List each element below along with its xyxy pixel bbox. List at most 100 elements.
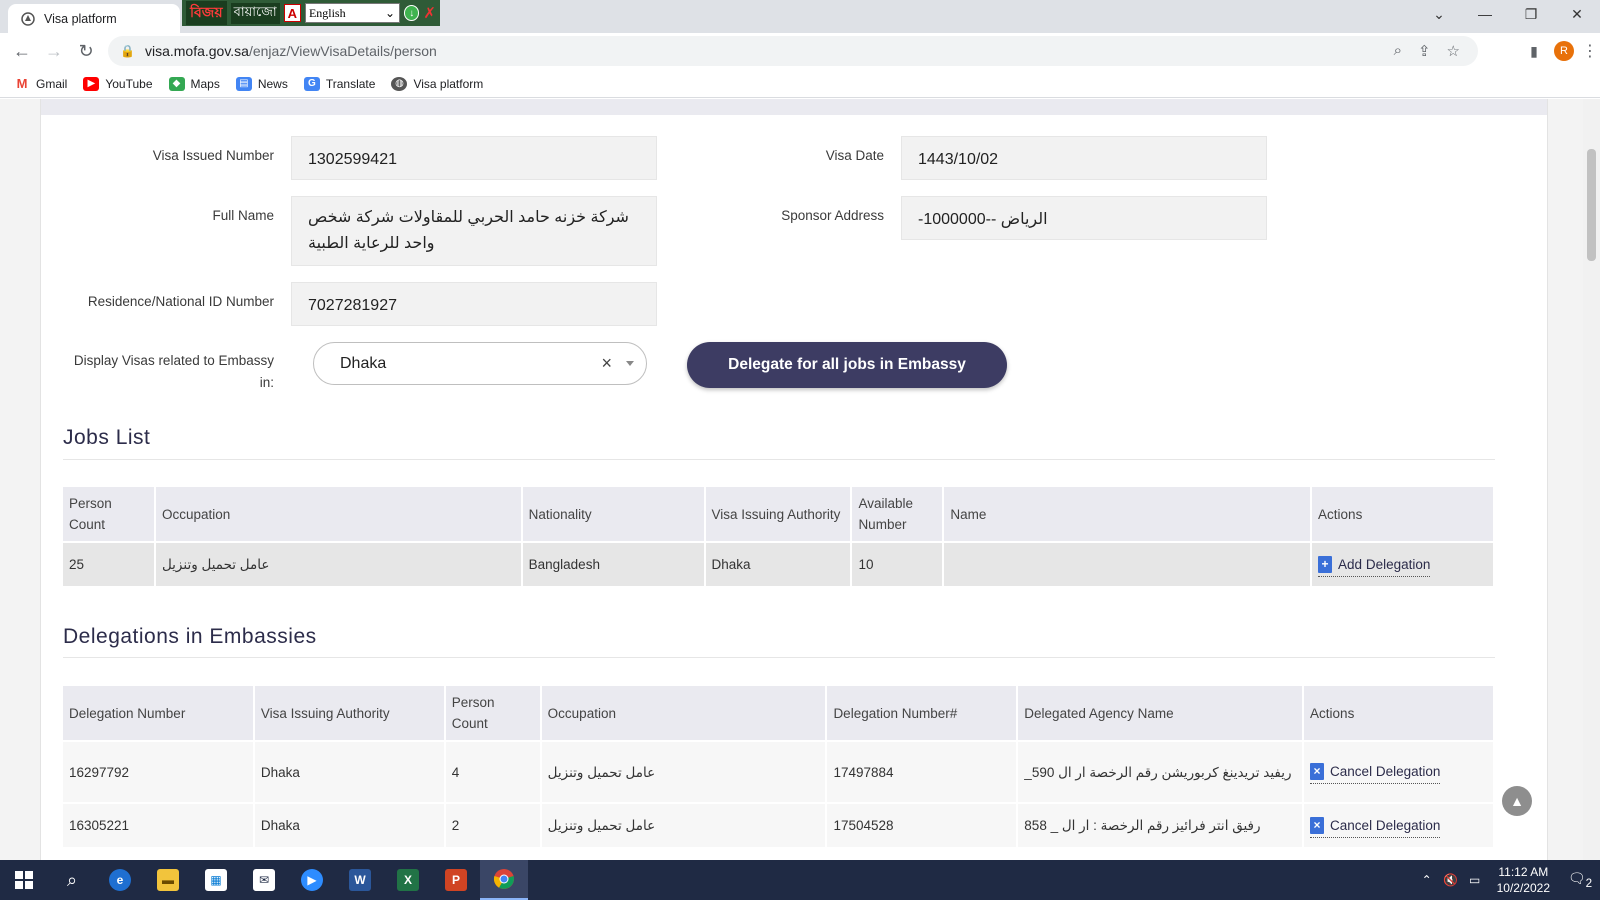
scroll-to-top-button[interactable]: ▲ [1502, 786, 1532, 816]
taskbar-zoom[interactable]: ▶ [288, 860, 336, 900]
column-header: Visa Issuing Authority [704, 487, 853, 542]
tab-title: Visa platform [44, 11, 117, 26]
volume-muted-icon[interactable]: 🔇 [1439, 873, 1463, 887]
taskbar-powerpoint[interactable]: P [432, 860, 480, 900]
jobs-table-header: Person Count Occupation Nationality Visa… [63, 487, 1495, 542]
network-icon[interactable]: ▭ [1463, 873, 1487, 887]
extension-logo[interactable]: বিজয় [186, 1, 227, 25]
language-select[interactable]: English ⌄ [304, 3, 401, 23]
actions-cell: × Cancel Delegation [1303, 740, 1495, 803]
download-icon[interactable]: ↓ [404, 5, 420, 21]
reload-icon[interactable]: ↻ [70, 36, 102, 68]
taskbar-mail[interactable]: ✉ [240, 860, 288, 900]
bookmark-visa-platform[interactable]: ◍ Visa platform [391, 76, 483, 91]
browser-tab-active[interactable]: Visa platform [8, 4, 180, 33]
chevron-down-icon: ⌄ [384, 5, 396, 20]
restore-icon[interactable]: ❐ [1508, 0, 1554, 28]
browser-toolbar: ← → ↻ 🔒 visa.mofa.gov.sa/enjaz/ViewVisaD… [0, 33, 1600, 70]
full-name-label: Full Name [212, 208, 274, 223]
delegate-all-jobs-button[interactable]: Delegate for all jobs in Embassy [687, 342, 1007, 388]
zoom-icon[interactable]: ⌕ [1394, 42, 1402, 60]
taskbar-search-button[interactable]: ⌕ [48, 860, 96, 900]
url-host: visa.mofa.gov.sa [144, 43, 249, 59]
cancel-delegation-label: Cancel Delegation [1330, 764, 1441, 779]
occupation-cell: عامل تحميل وتنزيل [540, 802, 828, 847]
bookmark-label: YouTube [105, 76, 153, 91]
taskbar-edge[interactable]: e [96, 860, 144, 900]
word-icon: W [349, 869, 371, 891]
gmail-icon: M [16, 76, 28, 91]
page-viewport: Visa Issued Number 1302599421 Visa Date … [0, 99, 1600, 860]
close-window-icon[interactable]: ✕ [1554, 0, 1600, 28]
column-header: Available Number [851, 487, 945, 542]
taskbar-store[interactable]: ▦ [192, 860, 240, 900]
person-count-cell: 2 [444, 802, 542, 847]
close-extension-icon[interactable]: ✗ [423, 4, 436, 22]
menu-kebab-icon[interactable]: ⋮ [1580, 41, 1600, 61]
agency-name-cell: ريفيد تريدينغ كربوريشن رقم الرخصة ار ال … [1017, 740, 1305, 803]
nationality-cell: Bangladesh [521, 541, 706, 586]
extension-bangla-label[interactable]: বায়াজো [230, 2, 280, 24]
side-panel-icon[interactable]: ▮ [1520, 35, 1548, 67]
show-hidden-icons-chevron-icon[interactable]: ⌃ [1415, 873, 1439, 887]
person-count-cell: 25 [63, 541, 156, 586]
windows-logo-icon [15, 871, 33, 889]
forward-arrow-icon[interactable]: → [38, 36, 70, 68]
scrollbar-thumb[interactable] [1587, 149, 1596, 261]
tab-search-icon[interactable]: ⌄ [1416, 0, 1462, 28]
delegations-divider [63, 657, 1495, 658]
caret-down-icon[interactable] [626, 361, 634, 366]
clear-selection-icon[interactable]: × [601, 353, 612, 374]
taskbar-clock[interactable]: 11:12 AM 10/2/2022 [1487, 864, 1560, 896]
bookmark-maps[interactable]: ◆ Maps [168, 76, 220, 91]
back-arrow-icon[interactable]: ← [6, 36, 38, 68]
mail-icon: ✉ [253, 869, 275, 891]
taskbar-word[interactable]: W [336, 860, 384, 900]
news-icon: ▤ [235, 76, 252, 91]
card-header-band [41, 99, 1547, 115]
bookmark-translate[interactable]: G Translate [303, 76, 375, 91]
chrome-icon [493, 869, 514, 889]
cancel-delegation-link[interactable]: × Cancel Delegation [1310, 815, 1441, 838]
residence-id-field: 7027281927 [291, 282, 657, 326]
embassy-select-value: Dhaka [340, 354, 387, 372]
column-header: Delegation Number# [826, 686, 1019, 741]
cancel-delegation-link[interactable]: × Cancel Delegation [1310, 761, 1441, 784]
column-header: Delegation Number [63, 686, 255, 741]
maps-icon: ◆ [168, 76, 185, 91]
bookmark-gmail[interactable]: M Gmail [14, 76, 68, 91]
omnibox-actions: ⌕ ⇪ ☆ [1394, 42, 1460, 60]
font-a-icon[interactable]: A [283, 4, 301, 22]
jobs-table: Person Count Occupation Nationality Visa… [63, 487, 1495, 586]
taskbar-chrome[interactable] [480, 860, 528, 900]
cancel-document-icon: × [1310, 816, 1325, 834]
bookmark-youtube[interactable]: ▶ YouTube [83, 76, 153, 91]
store-icon: ▦ [205, 869, 227, 891]
bookmark-news[interactable]: ▤ News [235, 76, 288, 91]
authority-cell: Dhaka [253, 802, 446, 847]
taskbar-file-explorer[interactable]: ▬ [144, 860, 192, 900]
browser-tab-strip: Visa platform বিজয় বায়াজো A English ⌄ … [0, 0, 1600, 33]
column-header: Actions [1303, 686, 1495, 741]
add-delegation-link[interactable]: + Add Delegation [1318, 554, 1431, 577]
share-icon[interactable]: ⇪ [1418, 42, 1431, 60]
notification-center-icon[interactable]: 🗨2 [1560, 870, 1600, 890]
chevron-up-icon: ▲ [1510, 793, 1524, 809]
visa-issued-number-label: Visa Issued Number [152, 148, 274, 163]
notification-count: 2 [1585, 876, 1593, 890]
bookmarks-bar: M Gmail ▶ YouTube ◆ Maps ▤ News G Transl… [0, 70, 1600, 98]
taskbar-excel[interactable]: X [384, 860, 432, 900]
start-button[interactable] [0, 860, 48, 900]
windows-taskbar: ⌕ e ▬ ▦ ✉ ▶ W X P ⌃ 🔇 ▭ 11:12 AM 10/2/20… [0, 860, 1600, 900]
available-number-cell: 10 [851, 541, 945, 586]
profile-avatar[interactable]: R [1554, 41, 1574, 61]
person-count-cell: 4 [444, 740, 542, 803]
system-tray: ⌃ 🔇 ▭ 11:12 AM 10/2/2022 🗨2 [1415, 860, 1600, 900]
embassy-select[interactable]: Dhaka × [313, 342, 647, 385]
page-scrollbar[interactable] [1583, 99, 1600, 860]
bookmark-star-icon[interactable]: ☆ [1447, 42, 1460, 60]
address-bar[interactable]: 🔒 visa.mofa.gov.sa/enjaz/ViewVisaDetails… [108, 36, 1478, 66]
minimize-icon[interactable]: — [1462, 0, 1508, 28]
visa-details-card: Visa Issued Number 1302599421 Visa Date … [40, 99, 1548, 860]
actions-cell: × Cancel Delegation [1303, 802, 1495, 847]
